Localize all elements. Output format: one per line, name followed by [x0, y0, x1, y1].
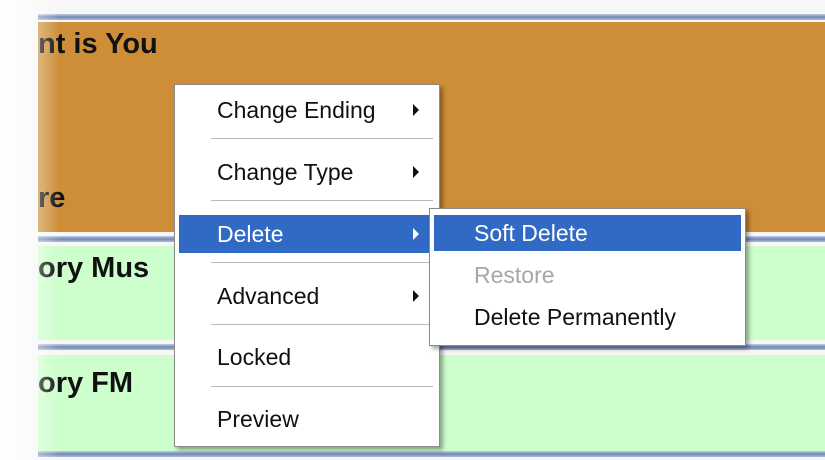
menu-item-preview[interactable]: Preview — [179, 400, 435, 438]
menu-item-change-ending[interactable]: Change Ending — [179, 91, 435, 129]
menu-item-label: Delete — [217, 221, 284, 247]
menu-separator — [211, 324, 433, 326]
menu-item-label: Restore — [474, 262, 555, 288]
card-title: nt is You — [38, 28, 158, 60]
card-title: ory Mus — [38, 252, 150, 284]
card-title: ory FM — [38, 367, 134, 399]
card-subtitle: re — [38, 182, 66, 214]
menu-separator — [211, 138, 433, 140]
menu-item-advanced[interactable]: Advanced — [179, 277, 435, 315]
menu-item-label: Locked — [217, 344, 292, 370]
menu-separator — [211, 200, 433, 202]
context-menu: Change Ending Change Type Delete Advance… — [174, 84, 440, 447]
submenu-arrow-icon — [413, 290, 419, 302]
menu-separator — [211, 386, 433, 388]
menu-item-change-type[interactable]: Change Type — [179, 153, 435, 191]
menu-item-soft-delete[interactable]: Soft Delete — [434, 215, 741, 251]
menu-item-label: Advanced — [217, 283, 320, 309]
menu-item-delete[interactable]: Delete — [179, 215, 435, 253]
menu-item-restore: Restore — [434, 257, 741, 293]
menu-separator — [211, 262, 433, 264]
menu-item-locked[interactable]: Locked — [179, 338, 435, 376]
menu-item-label: Change Type — [217, 159, 354, 185]
menu-item-label: Delete Permanently — [474, 304, 676, 330]
submenu-arrow-icon — [413, 228, 419, 240]
menu-item-delete-permanently[interactable]: Delete Permanently — [434, 299, 741, 335]
card-header-bar — [38, 14, 825, 20]
menu-item-label: Preview — [217, 406, 299, 432]
submenu-arrow-icon — [413, 166, 419, 178]
card-footer-bar — [38, 451, 825, 457]
menu-item-label: Soft Delete — [474, 220, 588, 246]
delete-submenu: Soft Delete Restore Delete Permanently — [429, 208, 746, 346]
submenu-arrow-icon — [413, 104, 419, 116]
menu-item-label: Change Ending — [217, 97, 376, 123]
